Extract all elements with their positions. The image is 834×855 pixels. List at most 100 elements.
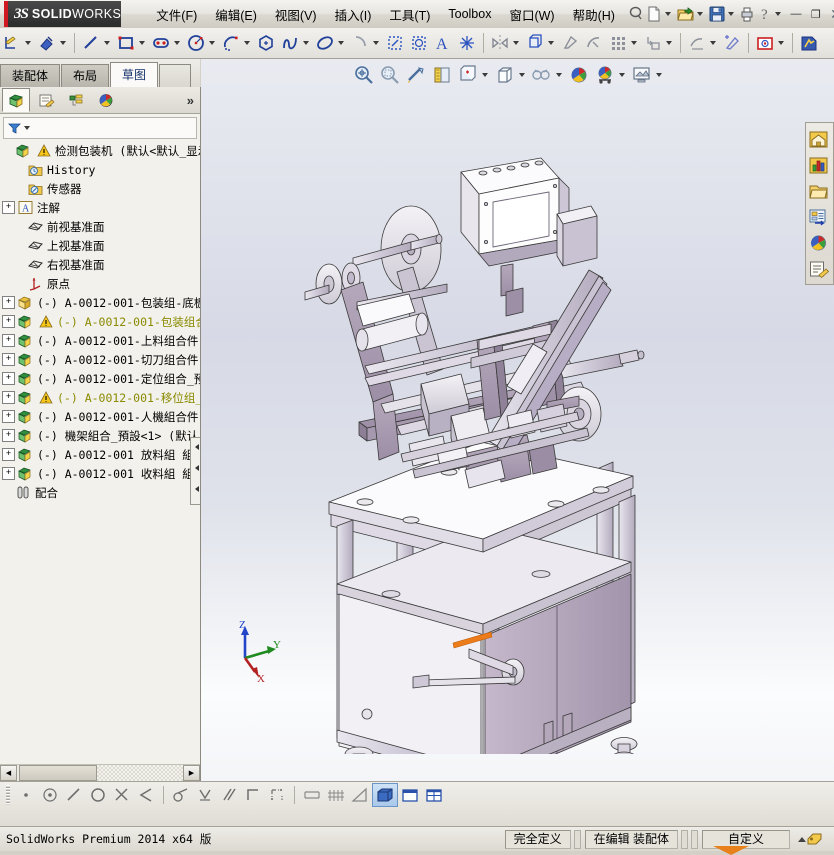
flyout-arrow-2[interactable]: [195, 465, 199, 471]
tree-expand-toggle[interactable]: +: [2, 296, 15, 309]
tree-item-component-7[interactable]: + (-) A-0012-001-人機組合件.: [0, 407, 200, 426]
offset-dropdown-arrow[interactable]: [548, 41, 554, 45]
apply-decal-icon[interactable]: [629, 62, 655, 88]
spline-dropdown-arrow[interactable]: [303, 41, 309, 45]
close-window-button[interactable]: ✕: [827, 6, 834, 22]
tab-sketch[interactable]: 草图: [110, 62, 159, 87]
dimension-snap-icon[interactable]: [265, 784, 289, 806]
tree-expand-toggle[interactable]: +: [2, 334, 15, 347]
menu-file[interactable]: 文件(F): [147, 2, 206, 27]
tree-expand-toggle[interactable]: +: [2, 429, 15, 442]
open-document-icon[interactable]: [676, 5, 695, 23]
tree-root-assembly[interactable]: 检测包装机 (默认<默认_显示: [0, 141, 200, 160]
new-document-dropdown-arrow[interactable]: [664, 12, 671, 16]
view-palette-icon[interactable]: [806, 204, 831, 229]
spline-icon[interactable]: [278, 31, 302, 55]
perpendicular-relation-icon[interactable]: [193, 784, 217, 806]
units-dropdown-caret-icon[interactable]: [798, 836, 806, 842]
feature-tree-filter[interactable]: [3, 117, 197, 139]
menu-view[interactable]: 视图(V): [266, 2, 326, 27]
sketch-dropdown-arrow[interactable]: [25, 41, 31, 45]
appearance-dropdown-arrow[interactable]: [619, 73, 625, 77]
new-document-icon[interactable]: [645, 5, 663, 23]
corner-relation-icon[interactable]: [241, 784, 265, 806]
tree-item-component-1[interactable]: + (-) A-0012-001-包装组-底板: [0, 293, 200, 312]
tree-expand-toggle[interactable]: +: [2, 467, 15, 480]
ellipse-icon[interactable]: [313, 31, 337, 55]
file-explorer-folder-icon[interactable]: [806, 178, 831, 203]
sketch-icon[interactable]: [0, 31, 24, 55]
display-manager-tab[interactable]: [92, 88, 120, 112]
rapid-sketch-dropdown-arrow[interactable]: [778, 41, 784, 45]
tree-expand-toggle[interactable]: +: [2, 201, 15, 214]
repair-dropdown-arrow[interactable]: [710, 41, 716, 45]
zoom-to-fit-icon[interactable]: [351, 62, 377, 88]
zoom-to-area-icon[interactable]: [377, 62, 403, 88]
flyout-arrow-1[interactable]: [195, 444, 199, 450]
grid-snap-icon[interactable]: [300, 784, 324, 806]
display-delete-relations-icon[interactable]: [582, 31, 606, 55]
tree-item-history[interactable]: History: [0, 160, 200, 179]
appearances-scenes-decals-icon[interactable]: [806, 230, 831, 255]
scroll-thumb[interactable]: [19, 765, 97, 781]
pattern-dropdown-arrow[interactable]: [631, 41, 637, 45]
scroll-track[interactable]: [97, 765, 183, 781]
tree-item-mates[interactable]: 配合: [0, 483, 200, 502]
line-relation-icon[interactable]: [62, 784, 86, 806]
display-style-dropdown-arrow[interactable]: [482, 73, 488, 77]
shaded-display-icon[interactable]: [372, 783, 398, 807]
rectangle-icon[interactable]: [114, 31, 138, 55]
parallel-relation-icon[interactable]: [217, 784, 241, 806]
minimize-window-button[interactable]: —: [787, 6, 805, 22]
pin-icon[interactable]: [628, 5, 644, 24]
menu-tools[interactable]: 工具(T): [380, 2, 439, 27]
tree-item-component-6[interactable]: + (-) A-0012-001-移位组_三: [0, 388, 200, 407]
menu-edit[interactable]: 编辑(E): [206, 2, 266, 27]
decal-dropdown-arrow[interactable]: [656, 73, 662, 77]
graphics-area[interactable]: — ❐ ✕: [201, 59, 834, 781]
dimension-dropdown-arrow[interactable]: [60, 41, 66, 45]
custom-properties-icon[interactable]: [806, 256, 831, 281]
tangent-relation-icon[interactable]: [169, 784, 193, 806]
filter-dropdown-arrow[interactable]: [24, 126, 30, 130]
toolbar-grip[interactable]: [6, 785, 10, 805]
configuration-manager-tab[interactable]: [62, 88, 90, 112]
status-tag-icon[interactable]: [806, 831, 824, 847]
tree-item-annotations[interactable]: + A 注解: [0, 198, 200, 217]
circle-relation-icon[interactable]: [86, 784, 110, 806]
tree-item-front-plane[interactable]: 前视基准面: [0, 217, 200, 236]
display-style-icon[interactable]: [455, 62, 481, 88]
menu-help[interactable]: 帮助(H): [564, 2, 624, 27]
angle-relation-icon[interactable]: [134, 784, 158, 806]
tree-item-component-4[interactable]: + (-) A-0012-001-切刀组合件.: [0, 350, 200, 369]
assembly-3d-model[interactable]: [301, 154, 731, 781]
convert-entities-icon[interactable]: [407, 31, 431, 55]
tree-item-sensors[interactable]: 传感器: [0, 179, 200, 198]
concentric-relation-icon[interactable]: [38, 784, 62, 806]
slot-icon[interactable]: [149, 31, 173, 55]
tree-item-component-5[interactable]: + (-) A-0012-001-定位组合_预: [0, 369, 200, 388]
tree-expand-toggle[interactable]: +: [2, 410, 15, 423]
intersection-relation-icon[interactable]: [110, 784, 134, 806]
save-dropdown-arrow[interactable]: [727, 12, 734, 16]
design-library-chart-icon[interactable]: [806, 152, 831, 177]
circle-icon[interactable]: [184, 31, 208, 55]
add-relation-icon[interactable]: [720, 31, 744, 55]
single-view-icon[interactable]: [398, 784, 422, 806]
quicksnap-dropdown-arrow[interactable]: [666, 41, 672, 45]
arc-dropdown-arrow[interactable]: [244, 41, 250, 45]
tree-expand-toggle[interactable]: +: [2, 372, 15, 385]
tree-item-component-9[interactable]: + (-) A-0012-001 放料組 組合: [0, 445, 200, 464]
help-question-icon[interactable]: ?: [757, 5, 773, 23]
repair-sketch-icon[interactable]: [685, 31, 709, 55]
slot-dropdown-arrow[interactable]: [174, 41, 180, 45]
fillet-dropdown-arrow[interactable]: [373, 41, 379, 45]
menu-toolbox[interactable]: Toolbox: [439, 4, 500, 24]
mirror-dropdown-arrow[interactable]: [513, 41, 519, 45]
tree-expand-toggle[interactable]: +: [2, 391, 15, 404]
tree-expand-toggle[interactable]: +: [2, 353, 15, 366]
angle-snap-icon[interactable]: [348, 784, 372, 806]
hide-show-items-icon[interactable]: [492, 62, 518, 88]
help-dropdown-arrow[interactable]: [774, 12, 781, 16]
tree-expand-toggle[interactable]: +: [2, 448, 15, 461]
